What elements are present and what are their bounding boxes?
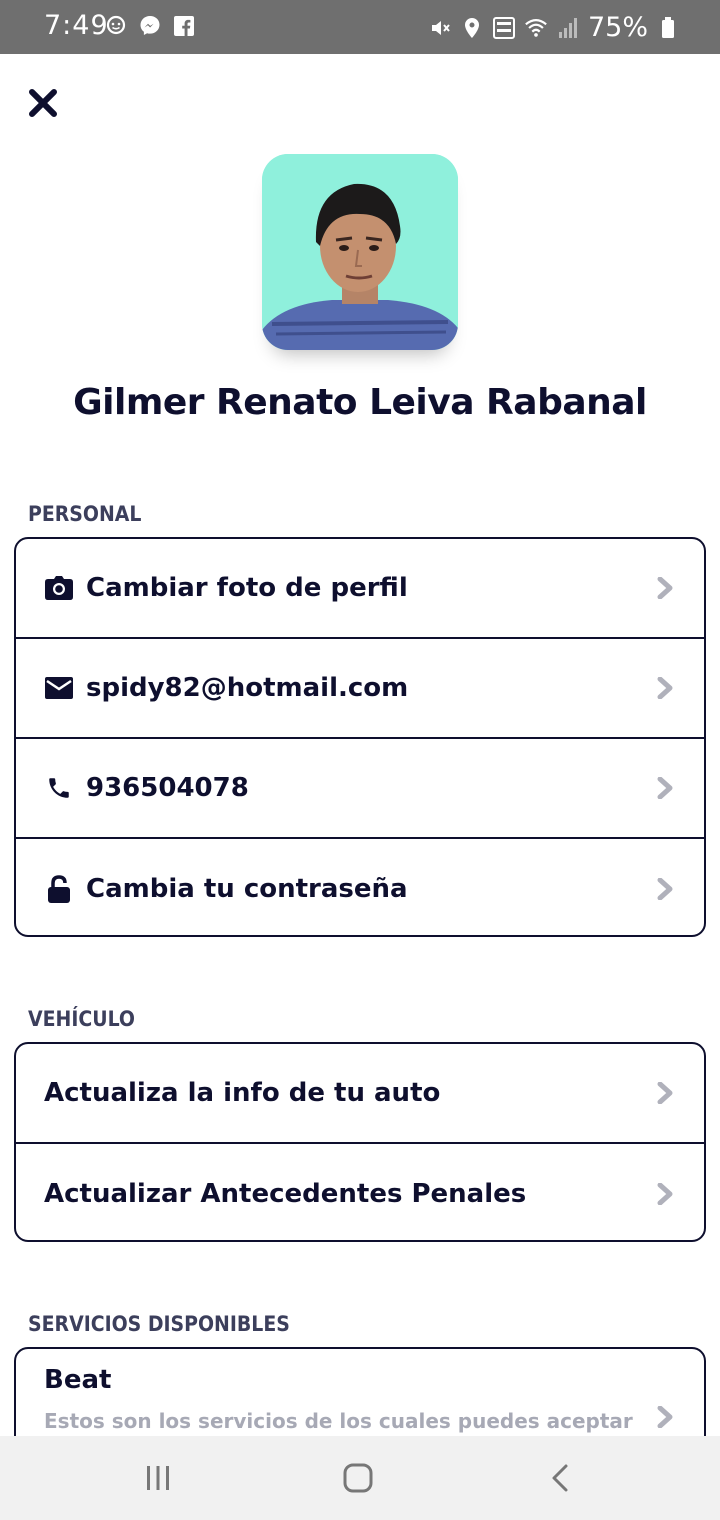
- recent-apps-button[interactable]: [138, 1458, 178, 1498]
- chevron-right-icon: [654, 677, 676, 699]
- back-button[interactable]: [540, 1458, 580, 1498]
- chevron-right-icon: [654, 878, 676, 900]
- row-label: Actualiza la info de tu auto: [44, 1078, 441, 1108]
- battery-level: 75%: [587, 12, 648, 43]
- phone-row[interactable]: 936504078: [16, 739, 704, 839]
- status-bar: 7:49 75%: [0, 0, 720, 54]
- navigation-bar: [0, 1436, 720, 1520]
- recent-apps-icon: [147, 1466, 169, 1490]
- close-icon: [29, 89, 57, 117]
- home-button[interactable]: [338, 1458, 378, 1498]
- section-title-vehicle: VEHÍCULO: [28, 1007, 135, 1031]
- row-label: spidy82@hotmail.com: [86, 673, 409, 703]
- chevron-right-icon: [654, 1082, 676, 1104]
- email-row[interactable]: spidy82@hotmail.com: [16, 639, 704, 739]
- profile-avatar[interactable]: [262, 154, 458, 350]
- section-title-services: SERVICIOS DISPONIBLES: [28, 1312, 290, 1336]
- status-time: 7:49: [44, 10, 109, 41]
- facebook-icon: [172, 14, 196, 38]
- row-label: Cambia tu contraseña: [86, 874, 408, 904]
- service-title: Beat: [44, 1365, 112, 1395]
- lock-icon: [44, 874, 74, 904]
- waze-icon: [104, 14, 128, 38]
- signal-icon: [556, 16, 580, 40]
- close-button[interactable]: [24, 84, 62, 122]
- status-notification-icons: [104, 14, 196, 38]
- chevron-right-icon: [654, 1183, 676, 1205]
- chevron-right-icon: [654, 577, 676, 599]
- messenger-icon: [138, 14, 162, 38]
- battery-icon: [656, 16, 680, 40]
- password-row[interactable]: Cambia tu contraseña: [16, 839, 704, 935]
- personal-card: Cambiar foto de perfil spidy82@hotmail.c…: [14, 537, 706, 937]
- change-photo-row[interactable]: Cambiar foto de perfil: [16, 539, 704, 639]
- service-beat-row[interactable]: Beat Estos son los servicios de los cual…: [16, 1349, 704, 1449]
- row-label: Actualizar Antecedentes Penales: [44, 1179, 527, 1209]
- mute-icon: [428, 16, 452, 40]
- row-label: Cambiar foto de perfil: [86, 573, 408, 603]
- vehicle-card: Actualiza la info de tu auto Actualizar …: [14, 1042, 706, 1242]
- mail-icon: [44, 673, 74, 703]
- chevron-right-icon: [654, 1406, 676, 1428]
- location-icon: [460, 16, 484, 40]
- row-label: 936504078: [86, 773, 249, 803]
- update-criminal-record-row[interactable]: Actualizar Antecedentes Penales: [16, 1144, 704, 1240]
- phone-icon: [44, 773, 74, 803]
- chevron-right-icon: [654, 777, 676, 799]
- back-icon: [552, 1464, 568, 1492]
- wifi-icon: [524, 16, 548, 40]
- update-car-info-row[interactable]: Actualiza la info de tu auto: [16, 1044, 704, 1144]
- avatar-photo: [262, 154, 458, 350]
- section-title-personal: PERSONAL: [28, 502, 142, 526]
- volte-icon: [492, 16, 516, 40]
- camera-icon: [44, 573, 74, 603]
- status-system-icons: 75%: [428, 12, 680, 43]
- service-description: Estos son los servicios de los cuales pu…: [44, 1409, 633, 1433]
- profile-name: Gilmer Renato Leiva Rabanal: [73, 382, 647, 423]
- home-icon: [343, 1463, 373, 1493]
